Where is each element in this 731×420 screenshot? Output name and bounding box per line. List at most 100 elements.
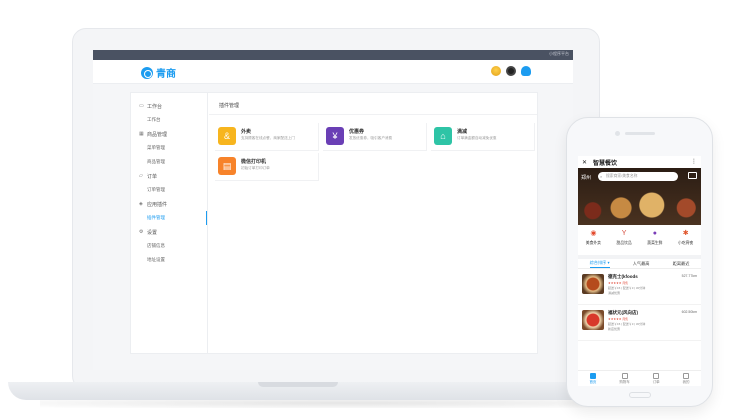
plugin-card-delivery[interactable]: & 外卖 支持顾客在线点餐，商家配送上门 xyxy=(215,123,319,151)
category-label: 美食外卖 xyxy=(585,241,601,245)
vegetable-icon: ● xyxy=(652,230,657,237)
order-list-icon xyxy=(653,373,660,379)
close-icon[interactable]: ✕ xyxy=(582,159,587,166)
drink-icon: Y xyxy=(621,230,627,237)
sidebar-item-orders[interactable]: 订单管理 xyxy=(131,183,207,197)
top-bar: 小程序平台 xyxy=(93,50,573,60)
home-icon xyxy=(589,373,596,379)
plugin-icon: ◈ xyxy=(139,200,143,207)
delivery-icon: & xyxy=(218,127,236,145)
message-icon[interactable] xyxy=(688,172,697,179)
sidebar-group-orders[interactable]: ▱ 订单 xyxy=(131,169,207,183)
plugin-desc: 初始订单打印订单 xyxy=(241,166,270,170)
store-item[interactable]: 福状元(风向店) ★★★★★ 月售 起送￥15 | 配送￥3 | 30分钟 新店… xyxy=(578,305,701,341)
store-rating: ★★★★★ 月售 xyxy=(608,317,629,321)
logo[interactable]: 青商 xyxy=(141,65,176,80)
phone-camera xyxy=(615,131,620,136)
phone-speaker xyxy=(625,132,655,135)
store-distance: 527.77km xyxy=(681,274,697,278)
more-icon[interactable]: ⋮ xyxy=(691,158,697,165)
category-label: 小吃宵夜 xyxy=(678,241,694,245)
nav-home[interactable]: 首页 xyxy=(589,371,596,386)
sidebar-group-workbench[interactable]: ▭ 工作台 xyxy=(131,99,207,113)
settings-icon: ⚙ xyxy=(139,228,144,235)
header-icons xyxy=(491,66,531,76)
store-thumbnail xyxy=(582,274,604,294)
sidebar-item-shop-info[interactable]: 店铺信息 xyxy=(131,239,207,253)
account-avatar[interactable] xyxy=(506,66,516,76)
sidebar-group-settings[interactable]: ⚙ 设置 xyxy=(131,225,207,239)
nav-profile[interactable]: 我的 xyxy=(683,371,690,386)
plugin-name: 外卖 xyxy=(241,129,252,135)
store-detail: 起送￥15 | 配送￥3 | 30分钟 xyxy=(608,286,646,290)
plugin-desc: 订单满金额自动减免优惠 xyxy=(457,136,497,140)
store-item[interactable]: 德克士(kfoods ★★★★★ 月售 起送￥15 | 配送￥3 | 30分钟 … xyxy=(578,269,701,305)
monitor-icon: ▭ xyxy=(139,102,144,109)
tab-popular[interactable]: 人气最高 xyxy=(633,261,650,267)
sidebar-item-products[interactable]: 商品管理 xyxy=(131,155,207,169)
sidebar-item-workbench[interactable]: 工作台 xyxy=(131,113,207,127)
store-tag: 满减优惠 xyxy=(608,291,621,295)
tab-default-sort[interactable]: 综合排序 ▾ xyxy=(589,260,610,268)
nav-label: 我的 xyxy=(682,380,690,384)
mobile-header: ✕ 智慧餐饮 ⋮ xyxy=(578,156,701,168)
category-drinks[interactable]: Y 甜品饮品 xyxy=(617,228,632,246)
product-icon: ▦ xyxy=(139,130,144,137)
phone-frame: ✕ 智慧餐饮 ⋮ 郑州 ⌕ 搜索商家/美食名称 ◉ 美食外卖 Y 甜品饮品 ● xyxy=(566,117,713,407)
user-avatar[interactable] xyxy=(491,66,501,76)
search-input[interactable]: ⌕ 搜索商家/美食名称 xyxy=(598,172,678,181)
sidebar-item-address[interactable]: 地址设置 xyxy=(131,253,207,267)
plugin-name: 微信打印机 xyxy=(241,159,267,165)
nav-orders[interactable]: 订单 xyxy=(653,371,660,386)
nav-label: 首页 xyxy=(589,380,597,384)
notification-icon[interactable] xyxy=(521,66,531,76)
sidebar-group-label: 设置 xyxy=(147,229,158,236)
shop-icon: ⌂ xyxy=(434,127,452,145)
sidebar-group-label: 商品管理 xyxy=(147,131,168,138)
cart-icon xyxy=(621,373,628,379)
category-label: 甜品饮品 xyxy=(616,241,632,245)
logo-icon xyxy=(141,66,153,79)
sort-tabs: 综合排序 ▾ 人气最高 距离最近 xyxy=(578,255,701,269)
app-header: 青商 xyxy=(93,60,573,84)
sidebar-group-plugins[interactable]: ◈ 应用插件 xyxy=(131,197,207,211)
profile-icon xyxy=(683,373,690,379)
sidebar-group-products[interactable]: ▦ 商品管理 xyxy=(131,127,207,141)
bottom-nav: 首页 购物车 订单 我的 xyxy=(578,370,701,386)
printer-icon: ▤ xyxy=(218,157,236,175)
page-title: 插件管理 xyxy=(209,93,537,115)
coupon-icon: ¥ xyxy=(326,127,344,145)
laptop-notch xyxy=(258,382,338,387)
store-name: 福状元(风向店) xyxy=(608,310,638,315)
category-vegetables[interactable]: ● 蔬菜生鲜 xyxy=(647,228,662,246)
food-banner: 郑州 ⌕ 搜索商家/美食名称 xyxy=(578,168,701,225)
category-food[interactable]: ◉ 美食外卖 xyxy=(586,228,601,246)
shrimp-icon: ✱ xyxy=(682,230,689,237)
sidebar-group-label: 应用插件 xyxy=(147,201,168,208)
store-rating: ★★★★★ 月售 xyxy=(608,281,629,285)
sidebar: ▭ 工作台 工作台 ▦ 商品管理 菜单管理 商品管理 ▱ 订单 订单管理 ◈ 应用插件 … xyxy=(131,93,208,353)
plugin-card-printer[interactable]: ▤ 微信打印机 初始订单打印订单 xyxy=(215,153,319,181)
sidebar-group-label: 订单 xyxy=(147,173,158,180)
phone-screen: ✕ 智慧餐饮 ⋮ 郑州 ⌕ 搜索商家/美食名称 ◉ 美食外卖 Y 甜品饮品 ● xyxy=(578,156,701,386)
mobile-title: 智慧餐饮 xyxy=(593,160,618,167)
store-distance: 602.50km xyxy=(681,310,697,314)
sidebar-item-plugin-manage[interactable]: 插件管理 xyxy=(131,211,207,225)
category-row: ◉ 美食外卖 Y 甜品饮品 ● 蔬菜生鲜 ✱ 小吃宵夜 xyxy=(578,225,701,255)
sidebar-group-label: 工作台 xyxy=(147,103,163,110)
category-snacks[interactable]: ✱ 小吃宵夜 xyxy=(678,228,693,246)
city-selector[interactable]: 郑州 xyxy=(581,174,591,181)
home-button[interactable] xyxy=(629,392,651,398)
category-label: 蔬菜生鲜 xyxy=(647,241,663,245)
tab-nearest[interactable]: 距离最近 xyxy=(673,261,690,267)
nav-label: 订单 xyxy=(652,380,660,384)
main-panel: ▭ 工作台 工作台 ▦ 商品管理 菜单管理 商品管理 ▱ 订单 订单管理 ◈ 应用插件 … xyxy=(130,92,538,354)
plugin-card-discount[interactable]: ⌂ 满减 订单满金额自动减免优惠 xyxy=(431,123,535,151)
food-icon: ◉ xyxy=(590,230,597,237)
store-thumbnail xyxy=(582,310,604,330)
nav-cart[interactable]: 购物车 xyxy=(619,371,630,386)
sidebar-item-menu[interactable]: 菜单管理 xyxy=(131,141,207,155)
search-placeholder: 搜索商家/美食名称 xyxy=(606,174,638,178)
plugin-card-coupon[interactable]: ¥ 优惠券 发放优惠券，吸引客户消费 xyxy=(323,123,427,151)
topbar-text: 小程序平台 xyxy=(549,51,569,56)
